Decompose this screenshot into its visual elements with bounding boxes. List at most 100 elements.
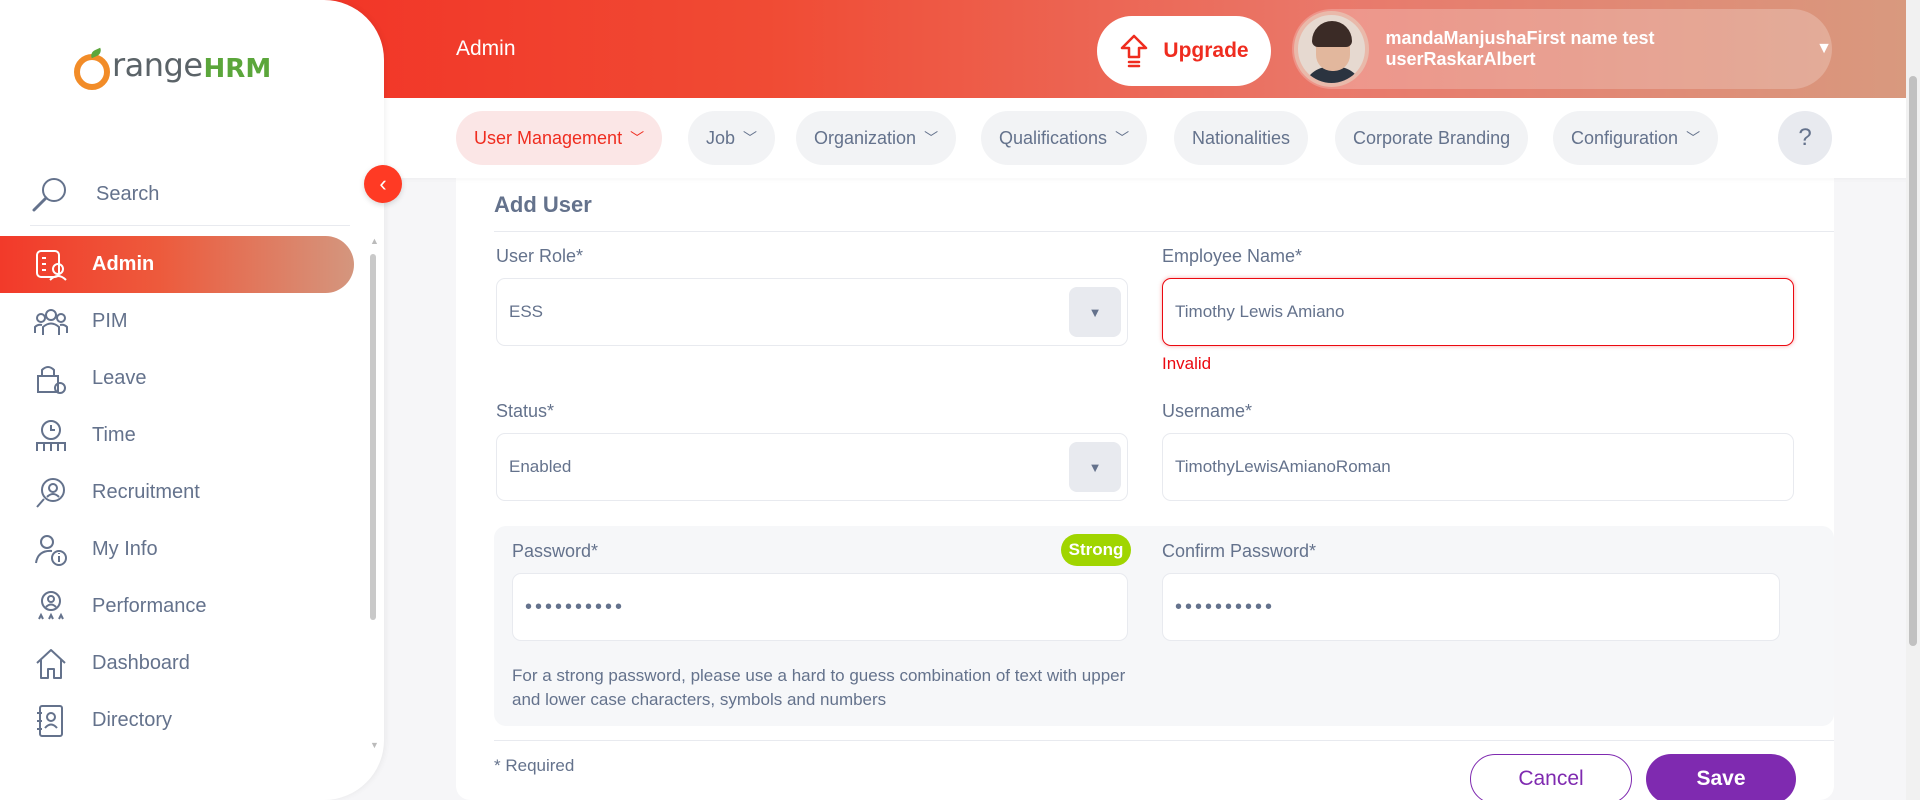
save-button[interactable]: Save xyxy=(1646,754,1796,800)
tab-label: Configuration xyxy=(1571,127,1679,148)
tab-organization[interactable]: Organization ﹀ xyxy=(796,111,957,165)
chevron-down-icon: ﹀ xyxy=(1686,130,1701,146)
upgrade-button[interactable]: Upgrade xyxy=(1097,16,1271,86)
status-label: Status* xyxy=(496,401,555,421)
sidebar-item-my-info[interactable]: My Info xyxy=(0,521,354,578)
tab-label: User Management xyxy=(474,127,623,148)
admin-subnav: User Management ﹀ Job ﹀ Organization ﹀ Qual… xyxy=(384,98,1920,178)
search-icon xyxy=(32,177,66,211)
tab-qualifications[interactable]: Qualifications ﹀ xyxy=(981,111,1148,165)
sidebar-item-leave[interactable]: Leave xyxy=(0,350,354,407)
username-value: TimothyLewisAmianoRoman xyxy=(1175,457,1391,476)
sidebar: range HRM Search Admin PIM Leave Time Re… xyxy=(0,0,384,800)
orangehrm-logo: range HRM xyxy=(74,46,272,90)
username-label: Username* xyxy=(1162,401,1253,421)
my-info-icon xyxy=(35,534,67,566)
tab-label: Organization xyxy=(814,127,917,148)
status-value: Enabled xyxy=(509,457,572,476)
password-value: •••••••••• xyxy=(525,595,626,618)
sidebar-item-performance[interactable]: Performance xyxy=(0,578,354,635)
help-button[interactable]: ? xyxy=(1778,111,1832,165)
avatar xyxy=(1294,11,1370,87)
tab-label: Nationalities xyxy=(1192,127,1291,148)
password-input[interactable]: •••••••••• xyxy=(512,573,1128,641)
scrollbar-thumb[interactable] xyxy=(1909,76,1917,646)
sidebar-scrollbar[interactable]: ▲ ▼ xyxy=(370,236,379,756)
sidebar-item-label: Admin xyxy=(92,253,155,275)
chevron-down-icon: ﹀ xyxy=(924,130,939,146)
recruitment-icon xyxy=(36,477,65,508)
sidebar-nav: Admin PIM Leave Time Recruitment My Info… xyxy=(0,236,354,749)
scroll-down-icon[interactable]: ▼ xyxy=(370,740,379,750)
chevron-left-icon: ‹ xyxy=(379,171,387,196)
sidebar-item-admin[interactable]: Admin xyxy=(0,236,354,293)
sidebar-item-recruitment[interactable]: Recruitment xyxy=(0,464,354,521)
employee-name-input[interactable]: Timothy Lewis Amiano xyxy=(1162,278,1794,346)
sidebar-item-time[interactable]: Time xyxy=(0,407,354,464)
confirm-password-label: Confirm Password* xyxy=(1162,541,1317,561)
cancel-button[interactable]: Cancel xyxy=(1470,754,1632,800)
chevron-down-icon: ﹀ xyxy=(630,130,645,146)
sidebar-item-dashboard[interactable]: Dashboard xyxy=(0,635,354,692)
confirm-password-value: •••••••••• xyxy=(1175,595,1276,618)
caret-down-icon[interactable]: ▼ xyxy=(1069,442,1121,492)
divider xyxy=(494,231,1834,232)
upgrade-icon xyxy=(1121,34,1148,68)
admin-icon xyxy=(36,249,67,281)
caret-down-icon[interactable]: ▼ xyxy=(1069,287,1121,337)
user-name: mandaManjushaFirst name test userRaskarA… xyxy=(1385,28,1655,69)
tab-corporate-branding[interactable]: Corporate Branding xyxy=(1335,111,1529,165)
search-label: Search xyxy=(96,183,160,205)
leave-icon xyxy=(37,365,66,394)
page-scrollbar[interactable] xyxy=(1906,0,1920,800)
add-user-card: Add User User Role* ESS ▼ Employee Name*… xyxy=(456,178,1834,800)
caret-down-icon: ▼ xyxy=(1816,40,1832,57)
pim-icon xyxy=(34,308,68,335)
tab-label: Corporate Branding xyxy=(1353,127,1511,148)
form-title: Add User xyxy=(494,192,592,217)
page-title: Admin xyxy=(456,37,516,60)
sidebar-item-label: Time xyxy=(92,424,136,446)
tab-job[interactable]: Job ﹀ xyxy=(688,111,776,165)
scroll-up-icon[interactable]: ▲ xyxy=(370,236,379,246)
tab-label: Qualifications xyxy=(999,127,1108,148)
sidebar-item-label: Recruitment xyxy=(92,481,200,503)
sidebar-item-label: Directory xyxy=(92,709,173,731)
tab-configuration[interactable]: Configuration ﹀ xyxy=(1553,111,1719,165)
user-role-value: ESS xyxy=(509,302,544,321)
password-hint: For a strong password, please use a hard… xyxy=(512,666,1126,709)
user-role-select[interactable]: ESS ▼ xyxy=(496,278,1128,346)
sidebar-item-label: PIM xyxy=(92,310,128,332)
sidebar-item-label: Dashboard xyxy=(92,652,190,674)
sidebar-search[interactable]: Search xyxy=(30,164,350,226)
logo-accent: HRM xyxy=(203,54,272,84)
username-input[interactable]: TimothyLewisAmianoRoman xyxy=(1162,433,1794,501)
sidebar-item-directory[interactable]: Directory xyxy=(0,692,354,749)
user-role-label: User Role* xyxy=(496,246,584,266)
chevron-down-icon: ﹀ xyxy=(1115,130,1130,146)
confirm-password-input[interactable]: •••••••••• xyxy=(1162,573,1780,641)
employee-name-value: Timothy Lewis Amiano xyxy=(1175,302,1345,321)
user-menu[interactable]: mandaManjushaFirst name test userRaskarA… xyxy=(1292,9,1832,89)
employee-name-error: Invalid xyxy=(1162,354,1212,373)
scrollbar-thumb[interactable] xyxy=(370,254,376,620)
password-label: Password* xyxy=(512,541,599,561)
employee-name-label: Employee Name* xyxy=(1162,246,1303,266)
sidebar-item-label: Leave xyxy=(92,367,147,389)
status-select[interactable]: Enabled ▼ xyxy=(496,433,1128,501)
sidebar-item-label: Performance xyxy=(92,595,207,617)
password-strength-badge: Strong xyxy=(1061,534,1131,566)
dashboard-icon xyxy=(36,648,66,679)
tab-user-management[interactable]: User Management ﹀ xyxy=(456,111,663,165)
sidebar-item-label: My Info xyxy=(92,538,158,560)
tab-label: Job xyxy=(706,127,736,148)
tab-nationalities[interactable]: Nationalities xyxy=(1174,111,1309,165)
upgrade-label: Upgrade xyxy=(1163,39,1249,62)
logo-text: range xyxy=(112,46,203,84)
divider xyxy=(494,740,1834,741)
chevron-down-icon: ﹀ xyxy=(743,130,758,146)
directory-icon xyxy=(37,704,63,737)
collapse-sidebar-button[interactable]: ‹ xyxy=(364,165,402,203)
performance-icon xyxy=(38,590,64,619)
sidebar-item-pim[interactable]: PIM xyxy=(0,293,354,350)
